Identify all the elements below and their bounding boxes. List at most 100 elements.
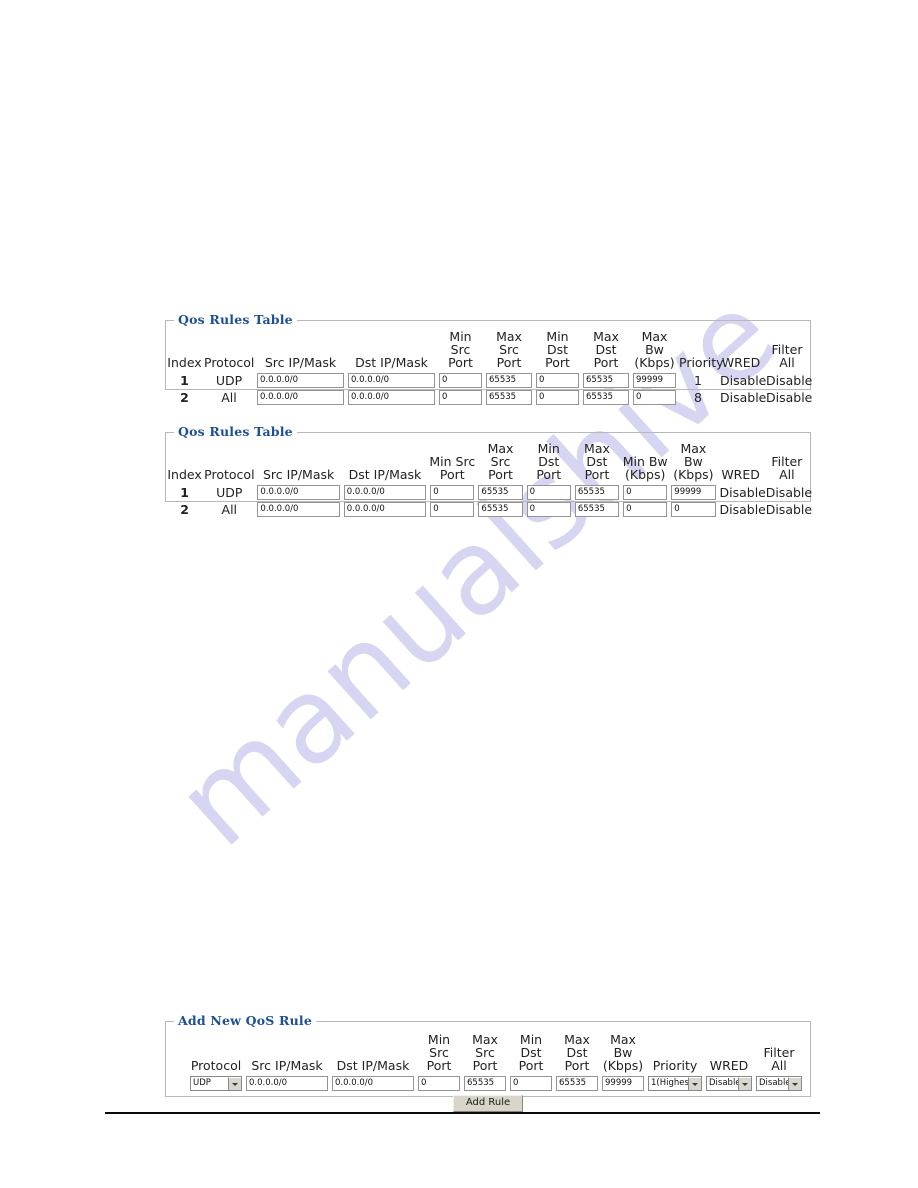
- min-src-port-field[interactable]: 0: [430, 502, 475, 518]
- min-src-port-input[interactable]: 0: [418, 1076, 460, 1092]
- max-bw-field[interactable]: 99999: [633, 373, 676, 389]
- min-src-port-field[interactable]: 0: [439, 390, 482, 406]
- dst-ip-mask-field[interactable]: 0.0.0.0/0: [343, 502, 427, 518]
- cell-max-dst-port: 65535: [581, 389, 631, 406]
- chevron-down-icon: [228, 1077, 241, 1091]
- max-bw-field[interactable]: 99999: [671, 485, 716, 501]
- cell-min-dst-port: 0: [525, 484, 573, 501]
- cell-max-src-port: 65535: [484, 372, 534, 389]
- header-line-1: Max Bw: [610, 1032, 636, 1061]
- wred-select[interactable]: Disable: [706, 1076, 752, 1092]
- cell-filter-all: Disable: [766, 373, 813, 389]
- cell-priority: 1: [694, 373, 702, 389]
- max-src-port-field[interactable]: 65535: [486, 373, 532, 389]
- min-dst-port-field[interactable]: 0: [526, 502, 571, 518]
- cell-max-bw: 0: [631, 389, 678, 406]
- max-dst-port-input[interactable]: 65535: [556, 1076, 598, 1092]
- filter-all-select[interactable]: Disable: [756, 1076, 802, 1092]
- cell-max-bw: 99999: [631, 372, 678, 389]
- spacer-left: [166, 1031, 188, 1075]
- min-dst-port-field[interactable]: 0: [526, 485, 571, 501]
- cell-wred: Disable: [720, 373, 767, 389]
- col-header-max-bw: Max Bw (Kbps): [631, 328, 678, 372]
- max-dst-port-field[interactable]: 65535: [574, 485, 620, 501]
- header-line-1: WRED: [721, 355, 761, 371]
- min-bw-field[interactable]: 0: [623, 502, 668, 518]
- col-header-protocol: Protocol: [203, 328, 255, 372]
- header-line-2: Port: [518, 1058, 544, 1074]
- min-dst-port-field[interactable]: 0: [536, 373, 579, 389]
- cell-src-ip-mask: 0.0.0.0/0: [255, 389, 346, 406]
- qos-rules-table-2: Index Protocol Src IP/Mask Dst IP/Mask M…: [166, 440, 812, 518]
- add-rule-button[interactable]: Add Rule: [452, 1095, 524, 1113]
- cell-max-bw: 99999: [600, 1075, 646, 1092]
- header-line-2: Port: [426, 1058, 452, 1074]
- col-header-priority: Priority: [678, 328, 724, 372]
- dst-ip-mask-field[interactable]: 0.0.0.0/0: [343, 485, 427, 501]
- min-src-port-field[interactable]: 0: [430, 485, 475, 501]
- cell-max-src-port: 65535: [476, 501, 524, 518]
- dst-ip-mask-field[interactable]: 0.0.0.0/0: [348, 390, 435, 406]
- max-dst-port-field[interactable]: 65535: [574, 502, 620, 518]
- col-header-wred: WRED: [718, 328, 764, 372]
- chevron-down-icon: [688, 1077, 701, 1091]
- protocol-select-value: UDP: [193, 1078, 211, 1089]
- cell-src-ip-mask: 0.0.0.0/0: [255, 501, 341, 518]
- spacer-right: [804, 1031, 810, 1075]
- cell-priority: 1(Highest): [646, 1075, 704, 1092]
- max-dst-port-field[interactable]: 65535: [583, 390, 629, 406]
- dst-ip-mask-field[interactable]: 0.0.0.0/0: [348, 373, 435, 389]
- col-header-dst-ip-mask: Dst IP/Mask: [342, 440, 428, 484]
- max-bw-field[interactable]: 0: [633, 390, 676, 406]
- max-src-port-field[interactable]: 65535: [478, 502, 523, 518]
- col-header-min-dst-port: Min Dst Port: [534, 328, 581, 372]
- header-line-2: Port: [564, 1058, 590, 1074]
- header-line-1: Dst IP/Mask: [336, 1058, 410, 1074]
- src-ip-mask-input[interactable]: 0.0.0.0/0: [246, 1076, 328, 1092]
- min-src-port-field[interactable]: 0: [439, 373, 482, 389]
- max-dst-port-field[interactable]: 65535: [583, 373, 629, 389]
- header-line-1: Src IP/Mask: [264, 355, 337, 371]
- src-ip-mask-field[interactable]: 0.0.0.0/0: [257, 373, 344, 389]
- max-src-port-field[interactable]: 65535: [478, 485, 523, 501]
- chevron-down-icon: [738, 1077, 751, 1091]
- col-header-max-dst-port: Max Dst Port: [573, 440, 621, 484]
- filter-all-select-value: Disable: [759, 1078, 788, 1089]
- table-row: 2 All 0.0.0.0/0 0.0.0.0/0 0 65535 0 6553…: [166, 389, 812, 406]
- min-dst-port-input[interactable]: 0: [510, 1076, 552, 1092]
- col-header-min-bw: Min Bw (Kbps): [621, 440, 669, 484]
- cell-protocol: UDP: [216, 485, 243, 501]
- priority-select-value: 1(Highest): [651, 1078, 688, 1089]
- header-line-2: Port: [536, 467, 562, 483]
- header-line-1: Min Dst: [546, 329, 569, 358]
- header-line-1: Index: [167, 467, 202, 483]
- cell-dst-ip-mask: 0.0.0.0/0: [330, 1075, 416, 1092]
- min-bw-field[interactable]: 0: [623, 485, 668, 501]
- col-header-max-bw: Max Bw (Kbps): [600, 1031, 646, 1075]
- cell-max-src-port: 65535: [484, 389, 534, 406]
- src-ip-mask-field[interactable]: 0.0.0.0/0: [257, 502, 340, 518]
- protocol-select[interactable]: UDP: [190, 1076, 242, 1092]
- panel-2-legend: Qos Rules Table: [174, 424, 297, 439]
- min-dst-port-field[interactable]: 0: [536, 390, 579, 406]
- col-header-filter-all: Filter All: [754, 1031, 804, 1075]
- header-line-1: Dst IP/Mask: [348, 467, 422, 483]
- dst-ip-mask-input[interactable]: 0.0.0.0/0: [332, 1076, 414, 1092]
- form-input-row: UDP 0.0.0.0/0 0.0.0.0/0 0 65535 0 65535 …: [166, 1075, 810, 1092]
- max-bw-input[interactable]: 99999: [602, 1076, 644, 1092]
- max-src-port-field[interactable]: 65535: [486, 390, 532, 406]
- max-src-port-input[interactable]: 65535: [464, 1076, 506, 1092]
- src-ip-mask-field[interactable]: 0.0.0.0/0: [257, 485, 340, 501]
- header-line-2: (Kbps): [625, 467, 666, 483]
- spacer-right-cell: [804, 1075, 810, 1092]
- col-header-wred: WRED: [704, 1031, 754, 1075]
- src-ip-mask-field[interactable]: 0.0.0.0/0: [257, 390, 344, 406]
- max-bw-field[interactable]: 0: [671, 502, 716, 518]
- header-line-2: Port: [545, 355, 570, 371]
- cell-src-ip-mask: 0.0.0.0/0: [244, 1075, 330, 1092]
- header-line-1: Min Dst: [519, 1032, 543, 1061]
- add-new-qos-rule-panel: Add New QoS Rule Protocol Src IP/Mask Ds…: [165, 1013, 811, 1113]
- priority-select[interactable]: 1(Highest): [648, 1076, 702, 1092]
- cell-dst-ip-mask: 0.0.0.0/0: [346, 389, 437, 406]
- wred-select-value: Disable: [709, 1078, 738, 1089]
